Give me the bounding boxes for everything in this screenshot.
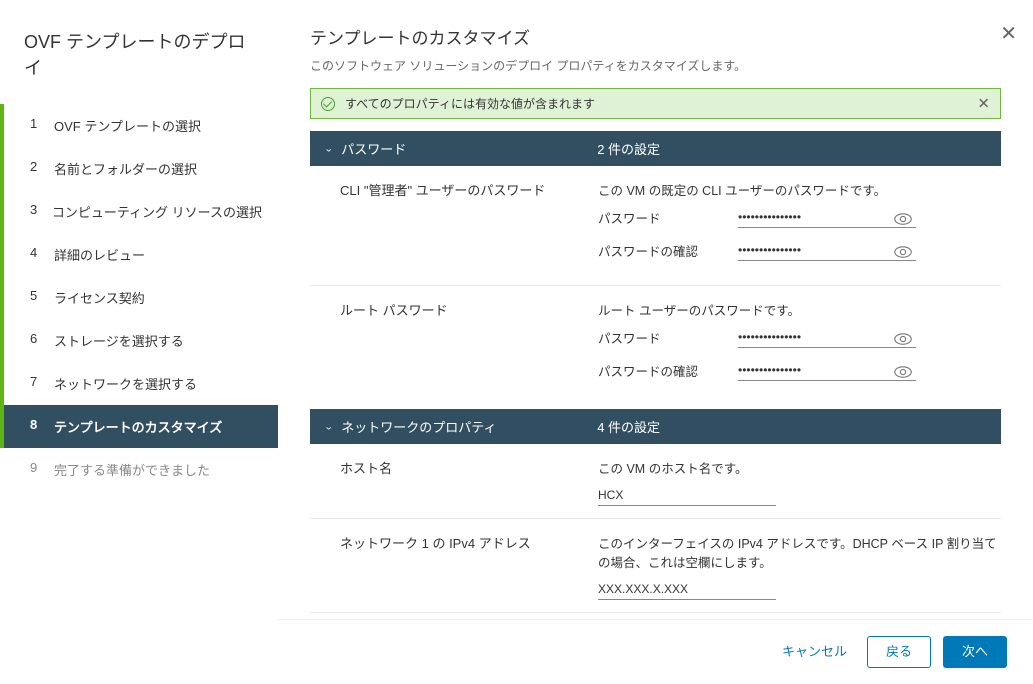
section-header-passwords[interactable]: ⌄ パスワード 2 件の設定 [310, 131, 1001, 166]
step-num: 5 [30, 288, 40, 307]
step-compute-resource[interactable]: 3 コンピューティング リソースの選択 [0, 190, 278, 233]
hostname-input[interactable] [598, 485, 776, 506]
banner-close-icon[interactable]: ✕ [977, 96, 990, 111]
step-storage[interactable]: 6 ストレージを選択する [0, 319, 278, 362]
content: テンプレートのカスタマイズ このソフトウェア ソリューションのデプロイ プロパテ… [278, 0, 1033, 684]
step-name-folder[interactable]: 2 名前とフォルダーの選択 [0, 147, 278, 190]
section-count: 2 件の設定 [597, 139, 660, 158]
step-license[interactable]: 5 ライセンス契約 [0, 276, 278, 319]
row-desc: ルート ユーザーのパスワードです。 [598, 300, 1001, 319]
step-label: OVF テンプレートの選択 [54, 116, 201, 135]
chevron-down-icon: ⌄ [324, 421, 333, 431]
row-cli-admin-password: CLI "管理者" ユーザーのパスワード この VM の既定の CLI ユーザー… [310, 166, 1001, 286]
dialog: ✕ OVF テンプレートのデプロイ 1 OVF テンプレートの選択 2 名前とフ… [0, 0, 1033, 684]
row-label: CLI "管理者" ユーザーのパスワード [340, 180, 598, 273]
ipv4-address-input[interactable] [598, 579, 776, 600]
row-label: ネットワーク 1 の IPv4 アドレス [340, 533, 598, 600]
step-num: 6 [30, 331, 40, 350]
step-num: 2 [30, 159, 40, 178]
step-network-select[interactable]: 7 ネットワークを選択する [0, 362, 278, 405]
step-label: 完了する準備ができました [54, 460, 210, 479]
field-label-password: パスワード [598, 208, 738, 227]
step-label: ストレージを選択する [54, 331, 184, 350]
cancel-button[interactable]: キャンセル [774, 637, 855, 667]
section-title: ネットワークのプロパティ [341, 417, 597, 436]
root-password-input[interactable] [738, 327, 916, 348]
step-customize-template[interactable]: 8 テンプレートのカスタマイズ [0, 405, 278, 448]
step-list: 1 OVF テンプレートの選択 2 名前とフォルダーの選択 3 コンピューティン… [0, 104, 278, 491]
section-passwords: ⌄ パスワード 2 件の設定 CLI "管理者" ユーザーのパスワード この V… [310, 131, 1001, 405]
field-label-password: パスワード [598, 328, 738, 347]
eye-icon[interactable] [894, 210, 912, 225]
step-num: 7 [30, 374, 40, 393]
step-num: 1 [30, 116, 40, 135]
step-num: 3 [30, 202, 38, 221]
page-description: このソフトウェア ソリューションのデプロイ プロパティをカスタマイズします。 [310, 57, 1001, 74]
step-review-details[interactable]: 4 詳細のレビュー [0, 233, 278, 276]
cli-admin-password-input[interactable] [738, 207, 916, 228]
row-root-password: ルート パスワード ルート ユーザーのパスワードです。 パスワード [310, 286, 1001, 405]
banner-text: すべてのプロパティには有効な値が含まれます [345, 95, 595, 112]
step-label: テンプレートのカスタマイズ [54, 417, 222, 436]
section-network: ⌄ ネットワークのプロパティ 4 件の設定 ホスト名 この VM のホスト名です… [310, 409, 1001, 619]
step-label: ネットワークを選択する [54, 374, 197, 393]
section-count: 4 件の設定 [597, 417, 660, 436]
row-label: ホスト名 [340, 458, 598, 506]
eye-icon[interactable] [894, 363, 912, 378]
next-button[interactable]: 次へ [943, 636, 1007, 668]
section-header-network[interactable]: ⌄ ネットワークのプロパティ 4 件の設定 [310, 409, 1001, 444]
step-ovf-template[interactable]: 1 OVF テンプレートの選択 [0, 104, 278, 147]
eye-icon[interactable] [894, 330, 912, 345]
field-label-confirm: パスワードの確認 [598, 241, 738, 260]
step-label: コンピューティング リソースの選択 [52, 202, 262, 221]
row-body: この VM のホスト名です。 [598, 458, 1001, 506]
page-title: テンプレートのカスタマイズ [310, 24, 1001, 49]
field-label-confirm: パスワードの確認 [598, 361, 738, 380]
check-circle-icon [321, 97, 335, 111]
section-title: パスワード [341, 139, 597, 158]
root-password-confirm-input[interactable] [738, 360, 916, 381]
wizard-title: OVF テンプレートのデプロイ [0, 20, 278, 104]
footer: キャンセル 戻る 次へ [278, 619, 1033, 684]
row-hostname: ホスト名 この VM のホスト名です。 [310, 444, 1001, 519]
row-desc: この VM の既定の CLI ユーザーのパスワードです。 [598, 180, 1001, 199]
content-scroll[interactable]: テンプレートのカスタマイズ このソフトウェア ソリューションのデプロイ プロパテ… [278, 0, 1033, 619]
wizard-steps: OVF テンプレートのデプロイ 1 OVF テンプレートの選択 2 名前とフォル… [0, 0, 278, 684]
cli-admin-password-confirm-input[interactable] [738, 240, 916, 261]
row-desc: この VM のホスト名です。 [598, 458, 1001, 477]
step-label: ライセンス契約 [54, 288, 145, 307]
row-desc: このインターフェイスの IPv4 アドレスです。DHCP ベース IP 割り当て… [598, 533, 1001, 571]
row-body: このインターフェイスの IPv4 アドレスです。DHCP ベース IP 割り当て… [598, 533, 1001, 600]
back-button[interactable]: 戻る [867, 636, 931, 668]
step-label: 詳細のレビュー [54, 245, 145, 264]
step-ready-complete[interactable]: 9 完了する準備ができました [0, 448, 278, 491]
row-body: この VM の既定の CLI ユーザーのパスワードです。 パスワード パスワード… [598, 180, 1001, 273]
row-body: ルート ユーザーのパスワードです。 パスワード パスワードの確認 [598, 300, 1001, 393]
eye-icon[interactable] [894, 243, 912, 258]
chevron-down-icon: ⌄ [324, 143, 333, 153]
validation-banner: すべてのプロパティには有効な値が含まれます ✕ [310, 88, 1001, 119]
row-ipv4-address: ネットワーク 1 の IPv4 アドレス このインターフェイスの IPv4 アド… [310, 519, 1001, 613]
step-num: 9 [30, 460, 40, 479]
step-label: 名前とフォルダーの選択 [54, 159, 197, 178]
row-label: ルート パスワード [340, 300, 598, 393]
step-num: 4 [30, 245, 40, 264]
step-num: 8 [30, 417, 40, 436]
